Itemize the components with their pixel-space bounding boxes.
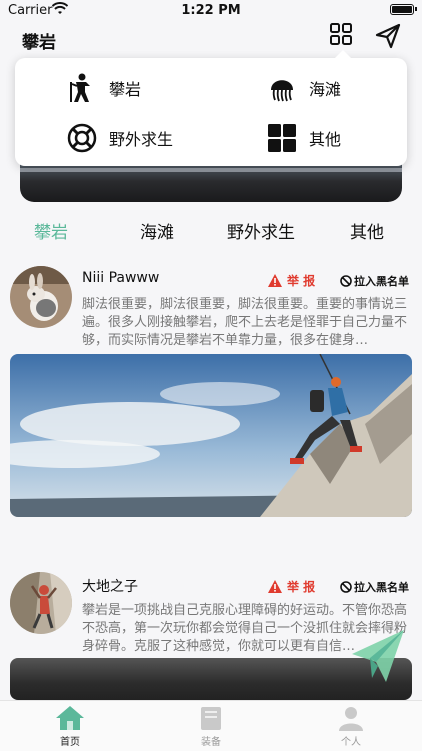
battery-icon: [390, 4, 417, 15]
tab-profile[interactable]: 个人: [311, 705, 391, 748]
dropdown-item-survival[interactable]: 野外求生: [65, 118, 173, 158]
tab-bar: 首页 装备 个人: [0, 700, 422, 751]
post-username[interactable]: Niii Pawww: [82, 270, 159, 286]
dropdown-item-other[interactable]: 其他: [265, 118, 341, 158]
jellyfish-icon: [265, 71, 299, 105]
post-card: Niii Pawww 举 报 拉入黑名单 脚法很重要，脚法很重要，脚法很重要。重…: [0, 262, 422, 522]
post-photo[interactable]: [10, 354, 412, 517]
dropdown-item-label: 海滩: [309, 80, 342, 99]
send-icon[interactable]: [374, 22, 402, 50]
grid-icon: [265, 121, 299, 155]
block-icon: [340, 581, 352, 593]
tab-other[interactable]: 其他: [350, 218, 384, 243]
tab-survival[interactable]: 野外求生: [227, 218, 295, 243]
report-button[interactable]: 举 报: [268, 578, 315, 595]
block-user-button[interactable]: 拉入黑名单: [340, 579, 409, 595]
lifebuoy-icon: [65, 121, 99, 155]
home-icon: [56, 706, 84, 730]
clock: 1:22 PM: [181, 3, 241, 18]
tab-home[interactable]: 首页: [30, 705, 110, 748]
category-dropdown: 攀岩 海滩 野外求生 其他: [15, 50, 407, 166]
tab-equipment[interactable]: 装备: [171, 705, 251, 748]
status-bar: Carrier 1:22 PM: [0, 0, 422, 22]
person-icon: [339, 707, 363, 731]
tab-beach[interactable]: 海滩: [140, 218, 174, 243]
category-grid-icon[interactable]: [329, 22, 353, 46]
tab-climbing[interactable]: 攀岩: [34, 218, 68, 243]
nav-bar: 攀岩: [0, 22, 422, 56]
dropdown-item-label: 其他: [309, 130, 342, 149]
block-icon: [340, 275, 352, 287]
category-tabs: 攀岩 海滩 野外求生 其他: [0, 214, 422, 246]
book-icon: [201, 707, 221, 730]
warning-icon: [268, 580, 282, 593]
page-title: 攀岩: [22, 33, 56, 53]
dropdown-item-label: 攀岩: [109, 80, 142, 99]
avatar[interactable]: [10, 572, 72, 634]
post-username[interactable]: 大地之子: [82, 576, 138, 596]
dropdown-item-label: 野外求生: [109, 130, 174, 149]
warning-icon: [268, 274, 282, 287]
dropdown-item-climbing[interactable]: 攀岩: [65, 68, 141, 108]
block-user-button[interactable]: 拉入黑名单: [340, 273, 409, 289]
publish-paper-plane-icon[interactable]: [350, 628, 406, 684]
dropdown-item-beach[interactable]: 海滩: [265, 68, 341, 108]
report-button[interactable]: 举 报: [268, 272, 315, 289]
post-text: 脚法很重要，脚法很重要，脚法很重要。重要的事情说三遍。很多人刚接触攀岩，爬不上去…: [82, 297, 408, 348]
climber-icon: [65, 71, 99, 105]
avatar[interactable]: [10, 266, 72, 328]
